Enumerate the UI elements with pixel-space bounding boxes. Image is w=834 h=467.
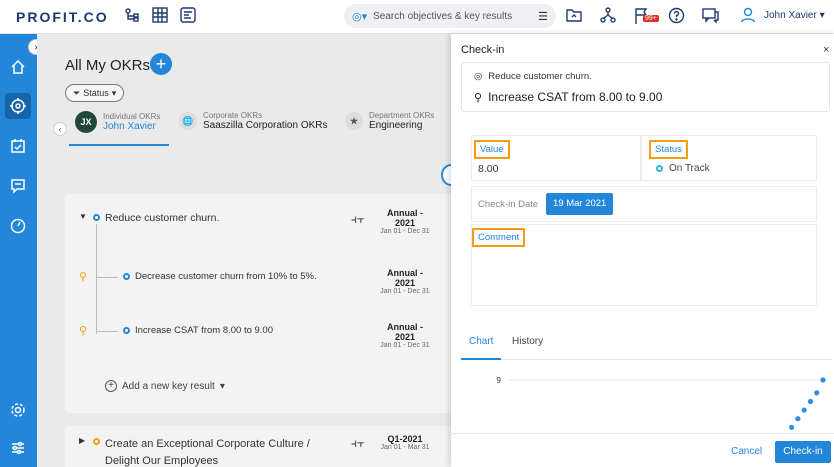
profit-logo[interactable]: PROFIT.CO <box>16 9 109 25</box>
tab-department-okrs[interactable]: ★ Department OKRs Engineering <box>345 111 434 131</box>
status-field: Status On Track <box>641 135 817 181</box>
value-field: Value 8.00 <box>471 135 641 181</box>
network-icon[interactable] <box>600 7 618 25</box>
search-bar[interactable]: ◎▾ Search objectives & key results ☰ <box>344 4 556 28</box>
kr-title[interactable]: Increase CSAT from 8.00 to 9.00 <box>135 325 273 336</box>
comment-label: Comment <box>472 228 526 247</box>
data-point <box>807 398 814 405</box>
search-input[interactable]: Search objectives & key results <box>373 11 512 22</box>
comment-field[interactable]: Comment <box>471 224 817 306</box>
data-point <box>801 407 807 413</box>
objective-summary: ◎ Reduce customer churn. ⚲ Increase CSAT… <box>461 62 830 112</box>
chat-icon[interactable] <box>702 7 720 25</box>
kr-status-dot <box>123 273 130 280</box>
chart-svg: 9 <box>497 376 826 430</box>
value-input[interactable]: 8.00 <box>478 163 498 175</box>
objective-period: Q1-2021 Jan 01 - Mar 31 <box>380 434 430 451</box>
kr-period: Annual - 2021 Jan 01 - Dec 31 <box>380 322 430 349</box>
avatar: JX <box>75 111 97 133</box>
dashboard-icon[interactable] <box>180 7 198 25</box>
data-point <box>820 377 826 383</box>
objective-title[interactable]: Reduce customer churn. <box>105 212 219 224</box>
checkin-date-picker[interactable]: 19 Mar 2021 <box>546 193 614 215</box>
key-result-icon: ⚲ <box>79 325 88 337</box>
kr-status-dot <box>123 327 130 334</box>
add-key-result-button[interactable]: + Add a new key result ▾ <box>105 380 225 392</box>
tab-individual-okrs[interactable]: JX Individual OKRs John Xavier <box>75 111 160 133</box>
user-menu[interactable]: John Xavier ▾ <box>764 10 825 21</box>
active-tab-underline <box>69 144 169 146</box>
status-select[interactable]: On Track <box>656 163 710 174</box>
close-icon[interactable]: × <box>823 44 829 56</box>
gauge-icon[interactable] <box>5 213 31 239</box>
target-icon[interactable]: ◎▾ <box>352 10 367 23</box>
value-label: Value <box>474 140 510 159</box>
objective-period: Annual - 2021 Jan 01 - Dec 31 <box>380 208 430 235</box>
checkin-date-field: Check-in Date 19 Mar 2021 <box>471 186 817 222</box>
objective-title[interactable]: Create an Exceptional Corporate Culture … <box>105 436 310 467</box>
filter-funnel-icon: ⏷ <box>73 87 81 98</box>
settings-gear-icon[interactable] <box>5 397 31 423</box>
okr-target-icon[interactable] <box>5 93 31 119</box>
panel-subtabs: Chart History <box>461 334 832 360</box>
cancel-button[interactable]: Cancel <box>731 446 762 457</box>
data-point <box>814 390 820 396</box>
page-title: All My OKRs <box>65 57 151 74</box>
chevron-down-icon: ▾ <box>111 87 117 98</box>
user-avatar-icon[interactable] <box>740 7 758 25</box>
hierarchy-icon[interactable] <box>124 7 142 25</box>
okr-tabs: ‹ JX Individual OKRs John Xavier 🌐 Corpo… <box>37 106 451 146</box>
panel-title: Check-in <box>461 44 505 56</box>
active-subtab-underline <box>461 358 501 360</box>
objective-status-dot <box>93 438 100 445</box>
task-checklist-icon[interactable] <box>5 133 31 159</box>
tab-chart[interactable]: Chart <box>469 336 493 347</box>
left-sidebar <box>0 34 37 467</box>
y-tick-label: 9 <box>497 376 502 385</box>
objective-title: Reduce customer churn. <box>488 71 592 82</box>
expand-caret-icon[interactable]: ▶ <box>79 436 85 445</box>
checkin-panel: Check-in × ◎ Reduce customer churn. ⚲ In… <box>451 34 834 467</box>
checkin-scale-icon[interactable]: ⫞⫟ <box>351 212 364 227</box>
folder-icon[interactable] <box>566 7 584 25</box>
kr-title[interactable]: Decrease customer churn from 10% to 5%. <box>135 271 317 282</box>
tabs-left-arrow[interactable]: ‹ <box>53 122 67 136</box>
objective-card: ▼ Reduce customer churn. ⫞⫟ Annual - 202… <box>65 194 465 413</box>
grid-icon[interactable] <box>152 7 170 25</box>
home-icon[interactable] <box>5 54 31 80</box>
kr-period: Annual - 2021 Jan 01 - Dec 31 <box>380 268 430 295</box>
help-icon[interactable] <box>668 7 686 25</box>
key-result-icon: ⚲ <box>79 271 88 283</box>
tab-history[interactable]: History <box>512 336 543 347</box>
star-icon: ★ <box>345 112 363 130</box>
sliders-icon[interactable] <box>5 435 31 461</box>
checkin-scale-icon[interactable]: ⫞⫟ <box>351 436 364 451</box>
checkin-button[interactable]: Check-in <box>775 441 831 463</box>
panel-footer: Cancel Check-in <box>451 433 834 467</box>
top-bar: PROFIT.CO ◎▾ Search objectives & key res… <box>0 0 834 34</box>
main-content: All My OKRs + ⏷ Status ▾ ‹ JX Individual… <box>37 34 465 467</box>
target-icon: ◎ <box>474 71 483 82</box>
checkin-chart: 9 <box>461 370 832 432</box>
add-okr-button[interactable]: + <box>150 53 172 75</box>
feedback-chat-icon[interactable] <box>5 173 31 199</box>
objective-card: ▶ Create an Exceptional Corporate Cultur… <box>65 426 465 467</box>
data-point <box>789 424 795 430</box>
globe-icon: 🌐 <box>179 112 197 130</box>
status-filter-button[interactable]: ⏷ Status ▾ <box>65 84 125 102</box>
objective-status-dot <box>93 214 100 221</box>
status-dot <box>656 165 663 172</box>
tab-corporate-okrs[interactable]: 🌐 Corporate OKRs Saaszilla Corporation O… <box>179 111 328 131</box>
notification-badge: 99+ <box>643 15 659 22</box>
status-label: Status <box>649 140 688 159</box>
data-point <box>795 416 801 422</box>
filter-icon[interactable]: ☰ <box>538 10 548 23</box>
checkin-date-label: Check-in Date <box>478 199 539 210</box>
expand-caret-icon[interactable]: ▼ <box>79 212 87 221</box>
plus-circle-icon: + <box>105 380 117 392</box>
key-result-title: Increase CSAT from 8.00 to 9.00 <box>488 90 663 104</box>
key-result-icon: ⚲ <box>474 91 483 104</box>
